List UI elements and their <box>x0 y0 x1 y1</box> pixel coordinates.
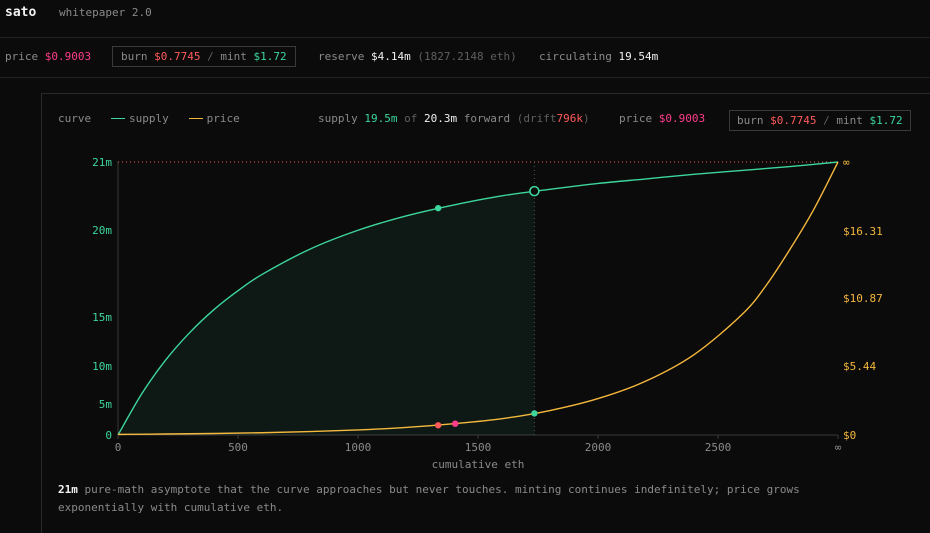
y-left-tick-label: 5m <box>99 398 113 411</box>
mint-price-marker <box>531 410 538 417</box>
y-right-tick-label: $16.31 <box>843 225 883 238</box>
supply-area <box>118 191 535 435</box>
y-left-tick-label: 10m <box>92 360 112 373</box>
footnote-text: pure-math asymptote that the curve appro… <box>58 483 800 514</box>
burn-price-marker <box>434 422 442 429</box>
x-tick-label: 1500 <box>465 441 492 454</box>
y-right-tick-label: $0 <box>843 429 856 442</box>
current-supply-marker <box>434 204 442 212</box>
x-tick-label: ∞ <box>835 441 842 454</box>
y-right-tick-label: ∞ <box>843 156 850 169</box>
footnote-lead: 21m <box>58 483 78 496</box>
forward-supply-marker <box>529 185 540 197</box>
x-tick-label: 1000 <box>345 441 372 454</box>
x-tick-label: 2500 <box>705 441 732 454</box>
chart-footnote: 21m pure-math asymptote that the curve a… <box>58 481 878 517</box>
bonding-curve-chart[interactable]: 0 500 1000 1500 2000 2500 ∞ cumulative eth 0 5m 10… <box>0 0 930 480</box>
x-tick-label: 0 <box>115 441 122 454</box>
y-left-tick-label: 21m <box>92 156 112 169</box>
x-tick-label: 2000 <box>585 441 612 454</box>
x-axis-label: cumulative eth <box>432 458 525 471</box>
x-tick-label: 500 <box>228 441 248 454</box>
y-right-tick-label: $5.44 <box>843 360 876 373</box>
current-price-marker <box>452 420 459 427</box>
y-right-tick-label: $10.87 <box>843 292 883 305</box>
y-left-tick-label: 15m <box>92 311 112 324</box>
y-left-tick-label: 0 <box>105 429 112 442</box>
y-left-tick-label: 20m <box>92 224 112 237</box>
